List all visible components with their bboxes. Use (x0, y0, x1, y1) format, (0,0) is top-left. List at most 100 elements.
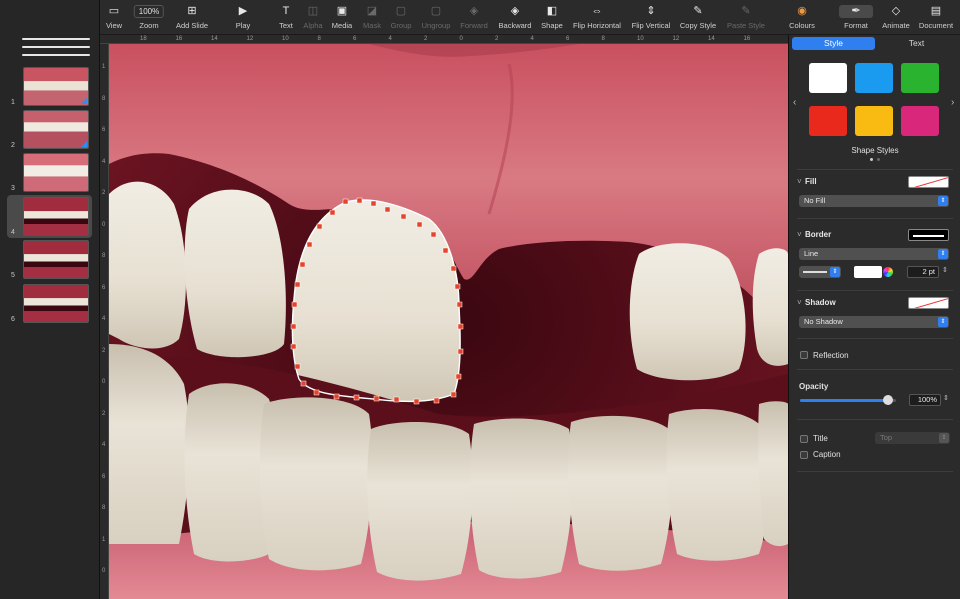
animate-icon: ◇ (891, 5, 901, 17)
toolbar-play-button[interactable]: ▶ Play (236, 5, 251, 30)
opacity-slider-track[interactable] (800, 395, 896, 405)
copy-style-icon: ✎ (693, 5, 703, 17)
toolbar-label: Zoom (139, 21, 159, 30)
toolbar-media-button[interactable]: ▣ Media (332, 5, 352, 30)
divider (797, 369, 953, 370)
reflection-label: Reflection (813, 351, 849, 360)
tab-style[interactable]: Style (792, 37, 875, 50)
toolbar-label: Shape (541, 21, 563, 30)
chevron-down-icon: ˅ (797, 230, 802, 239)
shape-style-swatch[interactable] (901, 106, 939, 136)
caption-label: Caption (813, 450, 841, 459)
flip-vertical-icon: ⇕ (646, 5, 656, 17)
shape-styles-label: Shape Styles (851, 146, 899, 155)
title-position-value: Top (880, 433, 893, 442)
toolbar-zoom-button[interactable]: 100% Zoom (133, 5, 165, 30)
page-dot[interactable] (877, 158, 880, 161)
toolbar-view-button[interactable]: ▭ View (106, 5, 122, 30)
shape-style-swatch[interactable] (855, 106, 893, 136)
chevron-down-icon: ˅ (797, 298, 802, 307)
line-style-select[interactable]: ⇕ (799, 266, 841, 278)
slide-number: 5 (11, 272, 15, 279)
border-type-select[interactable]: Line ⇕ (799, 248, 949, 260)
toolbar-paste-style-button[interactable]: ✎ Paste Style (727, 5, 765, 30)
toolbar-group-button[interactable]: ▢ Group (391, 5, 412, 30)
slide-thumbnail[interactable]: 1 (7, 65, 92, 108)
slide-thumbnail[interactable]: 4 (7, 195, 92, 238)
border-width-stepper-icon[interactable]: ⇕ (942, 266, 948, 274)
page-dot-active[interactable] (870, 158, 873, 161)
shadow-type-select[interactable]: No Shadow ⇕ (799, 316, 949, 328)
toolbar-copy-style-button[interactable]: ✎ Copy Style (680, 5, 716, 30)
shadow-section-header[interactable]: ˅ Shadow (797, 298, 836, 307)
slide-preview-image (23, 284, 89, 323)
border-width-input[interactable]: 2 pt (907, 266, 939, 278)
shape-style-swatch[interactable] (809, 63, 847, 93)
navigator-menu-icon[interactable] (22, 38, 90, 62)
toolbar-add-slide-button[interactable]: ⊞ Add Slide (176, 5, 208, 30)
colour-wheel-icon[interactable] (883, 267, 893, 277)
chevron-left-icon[interactable]: ‹ (793, 97, 796, 108)
fill-type-select[interactable]: No Fill ⇕ (799, 195, 949, 207)
divider (797, 419, 953, 420)
slide-preview-image (23, 110, 89, 149)
zoom-select[interactable]: 100% (133, 5, 165, 18)
caption-checkbox[interactable] (800, 451, 808, 459)
slide-number: 1 (11, 99, 15, 106)
divider (797, 218, 953, 219)
slide-preview-image (23, 153, 89, 192)
toolbar-mask-button[interactable]: ◪ Mask (363, 5, 381, 30)
slide-thumbnail[interactable]: 6 (7, 282, 92, 325)
ruler-tick-label: 2 (495, 36, 499, 42)
shape-style-swatch[interactable] (901, 63, 939, 93)
mask-icon: ◪ (366, 5, 378, 17)
toolbar-text-button[interactable]: T Text (279, 5, 293, 30)
border-section-header[interactable]: ˅ Border (797, 230, 831, 239)
toolbar-flip-horizontal-button[interactable]: ⇔ Flip Horizontal (573, 5, 621, 30)
opacity-label: Opacity (799, 382, 829, 391)
format-inspector: Style Text ‹ › Shape Styles ˅ Fill No Fil… (788, 35, 960, 599)
opacity-slider-knob[interactable] (883, 395, 893, 405)
toolbar-alpha-button[interactable]: ◫ Alpha (303, 5, 322, 30)
toolbar-label: Play (235, 21, 251, 30)
shape-style-swatch[interactable] (855, 63, 893, 93)
toolbar-label: View (105, 21, 123, 30)
title-checkbox[interactable] (800, 435, 808, 443)
tab-text[interactable]: Text (875, 37, 958, 50)
slide-navigator: 1 2 3 4 5 6 (0, 0, 100, 599)
toolbar-colours-button[interactable]: ◉ Colours (789, 5, 815, 30)
toolbar-label: Animate (882, 21, 910, 30)
ruler-tick-label: 16 (175, 36, 183, 42)
border-color-well[interactable] (908, 229, 949, 241)
toolbar-animate-button[interactable]: ◇ Animate (882, 5, 910, 30)
slide-thumbnail[interactable]: 3 (7, 151, 92, 194)
toolbar-label: Colours (789, 21, 815, 30)
slide-preview-image (23, 67, 89, 106)
reflection-checkbox[interactable] (800, 351, 808, 359)
toolbar-format-button[interactable]: ✒ Format (839, 5, 873, 30)
opacity-stepper-icon[interactable]: ⇕ (943, 394, 949, 402)
toolbar-backward-button[interactable]: ◈ Backward (499, 5, 532, 30)
toolbar-forward-button[interactable]: ◈ Forward (460, 5, 488, 30)
toolbar-shape-button[interactable]: ◧ Shape (541, 5, 563, 30)
toolbar-label: Group (390, 21, 412, 30)
ungroup-icon: ▢ (430, 5, 442, 17)
toolbar-ungroup-button[interactable]: ▢ Ungroup (422, 5, 451, 30)
title-position-select[interactable]: Top ⇕ (875, 432, 950, 444)
toolbar-document-button[interactable]: ▤ Document (919, 5, 953, 30)
opacity-input[interactable]: 100% (909, 394, 941, 406)
toolbar-label: Ungroup (421, 21, 451, 30)
fill-color-well[interactable] (908, 176, 949, 188)
fill-section-header[interactable]: ˅ Fill (797, 177, 817, 186)
slide-thumbnail[interactable]: 2 (7, 108, 92, 151)
border-color-picker[interactable] (854, 266, 882, 278)
slide-thumbnail[interactable]: 5 (7, 238, 92, 281)
toolbar-label: Flip Horizontal (573, 21, 621, 30)
add-slide-icon: ⊞ (187, 5, 197, 17)
slide-canvas[interactable] (109, 44, 788, 599)
shape-style-swatch[interactable] (809, 106, 847, 136)
shadow-color-well[interactable] (908, 297, 949, 309)
toolbar-flip-vertical-button[interactable]: ⇕ Flip Vertical (632, 5, 671, 30)
stepper-icon: ⇕ (830, 267, 840, 277)
chevron-right-icon[interactable]: › (951, 97, 954, 108)
